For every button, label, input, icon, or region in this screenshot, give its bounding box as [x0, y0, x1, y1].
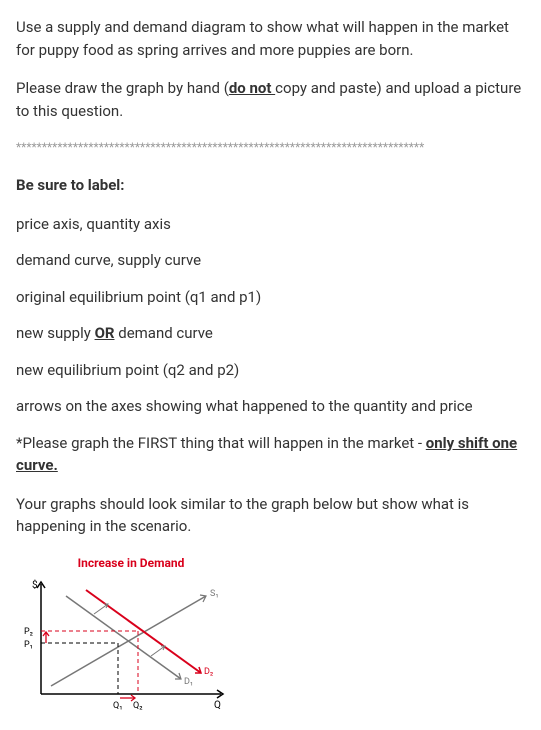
note-a: *Please graph the FIRST thing that will … — [16, 434, 426, 452]
label-item-4: new supply OR demand curve — [16, 322, 525, 345]
note-paragraph: *Please graph the FIRST thing that will … — [16, 432, 525, 477]
svg-text:P₂: P₂ — [24, 627, 33, 637]
label-item-4-b: OR — [95, 324, 115, 342]
closing-paragraph: Your graphs should look similar to the g… — [16, 493, 525, 538]
intro-paragraph-2: Please draw the graph by hand (do not co… — [16, 77, 525, 122]
label-item-6: arrows on the axes showing what happened… — [16, 395, 525, 418]
label-item-2: demand curve, supply curve — [16, 249, 525, 272]
chart-container: Increase in Demand $ Q S₁ D₁ D₂ — [16, 554, 525, 714]
intro-p2-a: Please draw the graph by hand ( — [16, 79, 229, 97]
y-axis-label: $ — [32, 578, 38, 591]
svg-text:D₁: D₁ — [184, 677, 193, 687]
svg-text:S₁: S₁ — [210, 589, 219, 599]
svg-text:Q₁: Q₁ — [113, 701, 123, 711]
intro-p2-b: do not — [229, 79, 275, 97]
label-heading: Be sure to label: — [16, 174, 525, 197]
label-item-4-c: demand curve — [115, 324, 213, 342]
svg-text:Q₂: Q₂ — [133, 701, 143, 711]
supply-demand-chart: $ Q S₁ D₁ D₂ P₂ P₁ Q — [16, 574, 246, 714]
label-item-4-a: new supply — [16, 324, 95, 342]
x-axis-label: Q — [214, 700, 221, 711]
intro-paragraph-1: Use a supply and demand diagram to show … — [16, 16, 525, 61]
separator: ****************************************… — [16, 138, 525, 156]
label-item-5: new equilibrium point (q2 and p2) — [16, 359, 525, 382]
label-item-3: original equilibrium point (q1 and p1) — [16, 286, 525, 309]
svg-text:P₁: P₁ — [24, 640, 33, 650]
chart-title: Increase in Demand — [16, 554, 246, 572]
label-item-1: price axis, quantity axis — [16, 213, 525, 236]
svg-text:D₂: D₂ — [204, 667, 213, 677]
